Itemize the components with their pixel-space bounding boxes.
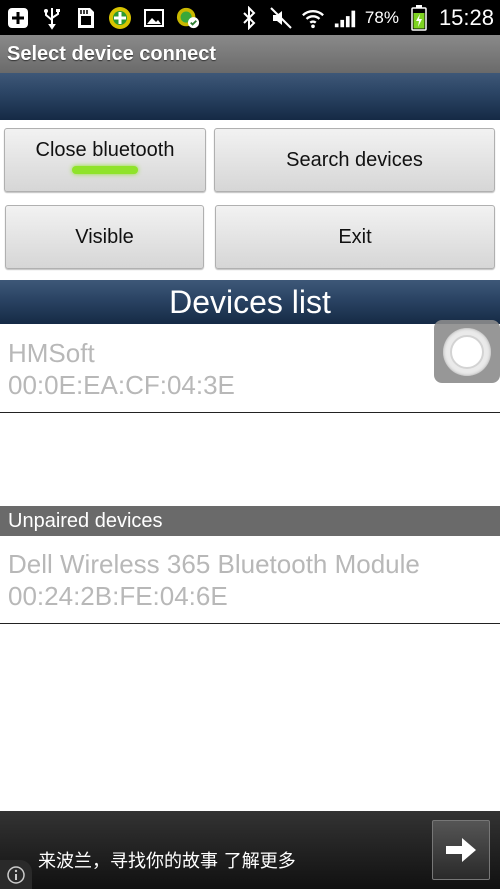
header-banner — [0, 73, 500, 120]
close-bluetooth-button[interactable]: Close bluetooth — [4, 128, 206, 192]
sd-card-icon — [74, 6, 98, 30]
app-title: Select device connect — [0, 35, 500, 73]
device-name: HMSoft — [8, 338, 95, 368]
ad-banner[interactable]: 来波兰，寻找你的故事 了解更多 — [0, 811, 500, 889]
visible-button[interactable]: Visible — [5, 205, 204, 269]
exit-button[interactable]: Exit — [215, 205, 495, 269]
signal-icon — [333, 6, 357, 30]
battery-icon — [407, 4, 431, 31]
assistive-touch-icon — [443, 327, 491, 376]
image-icon — [142, 6, 166, 30]
ad-text: 来波兰，寻找你的故事 了解更多 — [38, 851, 296, 872]
battery-percentage: 78% — [364, 7, 399, 27]
device-address: 00:0E:EA:CF:04:3E — [8, 370, 235, 400]
sync-icon — [176, 6, 200, 30]
bluetooth-on-indicator — [72, 166, 138, 174]
exit-label: Exit — [338, 225, 372, 248]
arrow-right-icon — [446, 838, 476, 862]
status-bar: 78% 15:28 — [0, 0, 500, 35]
wifi-icon — [301, 6, 325, 30]
app-icon — [108, 6, 132, 30]
devices-list-header: Devices list — [0, 280, 500, 324]
device-address: 00:24:2B:FE:04:6E — [8, 581, 228, 611]
assistive-touch-button[interactable] — [434, 320, 500, 383]
search-devices-label: Search devices — [286, 148, 423, 171]
ad-info-button[interactable] — [0, 860, 32, 889]
add-icon — [6, 6, 30, 30]
unpaired-device-item[interactable]: Dell Wireless 365 Bluetooth Module 00:24… — [0, 548, 500, 624]
notification-icons — [6, 6, 200, 30]
unpaired-devices-header: Unpaired devices — [0, 506, 500, 536]
ad-arrow-button[interactable] — [432, 820, 490, 880]
bluetooth-icon — [237, 5, 261, 30]
visible-label: Visible — [75, 225, 134, 248]
usb-icon — [40, 6, 64, 30]
system-icons: 78% 15:28 — [237, 4, 494, 31]
close-bluetooth-label: Close bluetooth — [35, 139, 175, 161]
device-name: Dell Wireless 365 Bluetooth Module — [8, 549, 420, 579]
mute-icon — [269, 6, 293, 30]
paired-device-item[interactable]: HMSoft 00:0E:EA:CF:04:3E — [0, 337, 500, 413]
info-icon — [7, 865, 25, 884]
search-devices-button[interactable]: Search devices — [214, 128, 495, 192]
clock: 15:28 — [438, 4, 494, 30]
